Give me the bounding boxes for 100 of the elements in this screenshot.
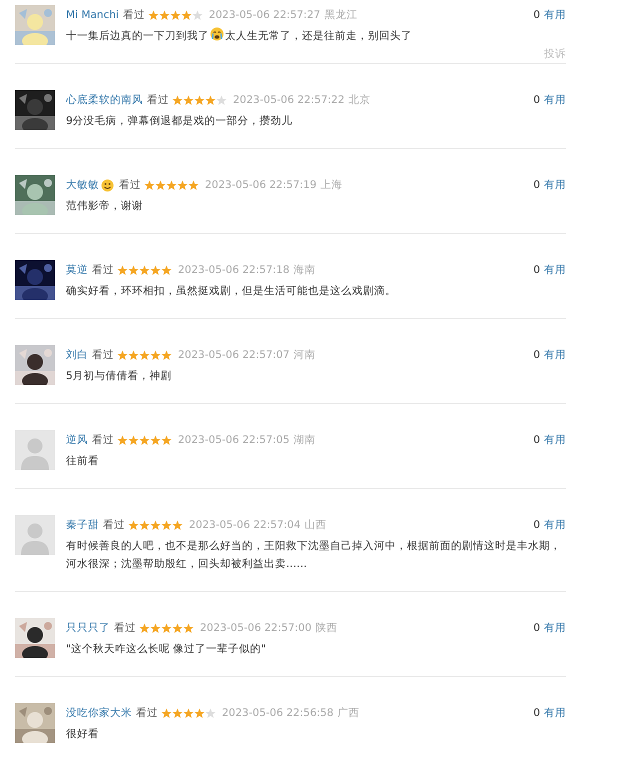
star-icon bbox=[161, 434, 172, 446]
vote-count: 0 bbox=[533, 94, 540, 106]
star-icon bbox=[183, 622, 194, 634]
watched-label: 看过 bbox=[119, 178, 141, 192]
watched-label: 看过 bbox=[122, 8, 145, 22]
vote-count: 0 bbox=[533, 519, 540, 531]
useful-link[interactable]: 有用 bbox=[544, 348, 566, 362]
user-name-link[interactable]: 心底柔软的南风 bbox=[66, 93, 143, 107]
comment-time: 2023-05-06 22:57:04 bbox=[189, 519, 301, 531]
star-icon bbox=[161, 264, 172, 276]
vote-count: 0 bbox=[533, 179, 540, 191]
comment-location: 陕西 bbox=[316, 621, 338, 635]
comment-location: 山西 bbox=[304, 518, 327, 532]
useful-link[interactable]: 有用 bbox=[544, 178, 566, 192]
star-icon bbox=[150, 264, 161, 276]
star-icon bbox=[150, 350, 161, 360]
user-name-link[interactable]: 刘白 bbox=[66, 348, 88, 362]
watched-label: 看过 bbox=[136, 706, 158, 720]
comment-text: 范伟影帝，谢谢 bbox=[66, 200, 143, 212]
comment-text: "这个秋天咋这么长呢 像过了一辈子似的" bbox=[66, 643, 266, 655]
star-icon bbox=[161, 520, 172, 530]
vote-count: 0 bbox=[533, 349, 540, 361]
useful-link[interactable]: 有用 bbox=[544, 433, 566, 447]
star-icon bbox=[172, 708, 183, 718]
watched-label: 看过 bbox=[103, 518, 125, 532]
comment-text: 有时候善良的人吧，也不是那么好当的，王阳救下沈墨自己掉入河中，根据前面的剧情这时是丰水期，河水很深；沈墨帮助殷红，回头却被利益出卖…… bbox=[66, 540, 561, 570]
comment-text: 太人生无常了，还是往前走，别回头了 bbox=[225, 30, 412, 42]
star-icon bbox=[128, 520, 139, 530]
comment-time: 2023-05-06 22:56:58 bbox=[222, 707, 334, 719]
star-icon bbox=[194, 94, 205, 106]
comment-text: 往前看 bbox=[66, 455, 99, 467]
useful-link[interactable]: 有用 bbox=[544, 706, 566, 720]
useful-link[interactable]: 有用 bbox=[544, 263, 566, 277]
comment-location: 河南 bbox=[294, 348, 316, 362]
star-icon bbox=[180, 10, 192, 20]
watched-label: 看过 bbox=[92, 348, 114, 362]
comment-text: 5月初与倩倩看，神剧 bbox=[66, 370, 172, 382]
comment-time: 2023-05-06 22:57:22 bbox=[233, 94, 345, 106]
star-icon bbox=[170, 10, 181, 20]
comment-time: 2023-05-06 22:57:19 bbox=[205, 179, 317, 191]
star-icon bbox=[128, 350, 139, 360]
smiling-face-icon bbox=[101, 178, 114, 192]
comment-time: 2023-05-06 22:57:00 bbox=[200, 622, 312, 634]
vote-count: 0 bbox=[533, 264, 540, 276]
comment-location: 上海 bbox=[320, 178, 343, 192]
comment-time: 2023-05-06 22:57:18 bbox=[178, 264, 290, 276]
comment-location: 北京 bbox=[348, 93, 371, 107]
star-icon bbox=[150, 434, 161, 446]
user-name-link[interactable]: 莫逆 bbox=[66, 263, 88, 277]
user-name-link[interactable]: Mi Manchi bbox=[66, 9, 119, 21]
comment-location: 海南 bbox=[294, 263, 316, 277]
user-name-link[interactable]: 只只只了 bbox=[66, 621, 110, 635]
star-icon bbox=[158, 10, 170, 20]
star-icon bbox=[161, 708, 172, 718]
star-icon bbox=[117, 350, 128, 360]
vote-count: 0 bbox=[533, 622, 540, 634]
useful-link[interactable]: 有用 bbox=[544, 518, 566, 532]
comment-text: 十一集后边真的一下刀到我了 bbox=[66, 30, 209, 42]
star-icon bbox=[117, 264, 128, 276]
watched-label: 看过 bbox=[92, 433, 114, 447]
star-icon bbox=[155, 180, 166, 190]
user-name-link[interactable]: 大敏敏 bbox=[66, 178, 99, 192]
star-icon bbox=[183, 94, 194, 106]
user-name-link[interactable]: 逆风 bbox=[66, 433, 88, 447]
star-icon bbox=[188, 180, 199, 190]
useful-link[interactable]: 有用 bbox=[544, 93, 566, 107]
star-icon bbox=[117, 434, 128, 446]
star-icon bbox=[161, 622, 172, 634]
star-icon bbox=[166, 180, 177, 190]
comment-time: 2023-05-06 22:57:07 bbox=[178, 349, 290, 361]
default-avatar-icon bbox=[15, 515, 55, 555]
star-icon bbox=[150, 520, 161, 530]
vote-count: 0 bbox=[533, 9, 540, 21]
comment-text: 9分没毛病，弹幕倒退都是戏的一部分，攒劲儿 bbox=[66, 115, 293, 127]
star-icon bbox=[139, 520, 150, 530]
user-name-link[interactable]: 没吃你家大米 bbox=[66, 706, 132, 720]
user-name-link[interactable]: 秦子甜 bbox=[66, 518, 99, 532]
star-icon bbox=[194, 708, 205, 718]
comment-location: 黑龙江 bbox=[324, 8, 358, 22]
comment-time: 2023-05-06 22:57:05 bbox=[178, 434, 290, 446]
useful-link[interactable]: 有用 bbox=[544, 621, 566, 635]
star-icon bbox=[172, 520, 183, 530]
vote-count: 0 bbox=[533, 707, 540, 719]
star-icon bbox=[139, 264, 150, 276]
watched-label: 看过 bbox=[147, 93, 169, 107]
comment-time: 2023-05-06 22:57:27 bbox=[208, 9, 320, 21]
star-icon bbox=[183, 708, 194, 718]
useful-link[interactable]: 有用 bbox=[544, 8, 566, 22]
default-avatar-icon bbox=[15, 430, 55, 470]
watched-label: 看过 bbox=[114, 621, 136, 635]
star-icon bbox=[161, 350, 172, 360]
star-icon bbox=[139, 434, 150, 446]
star-icon bbox=[139, 622, 150, 634]
vote-count: 0 bbox=[533, 434, 540, 446]
star-icon bbox=[148, 10, 159, 20]
star-icon bbox=[144, 180, 155, 190]
star-icon bbox=[172, 94, 183, 106]
star-icon bbox=[172, 622, 183, 634]
comment-text: 很好看 bbox=[66, 728, 99, 740]
comment-text: 确实好看，环环相扣，虽然挺戏剧，但是生活可能也是这么戏剧滴。 bbox=[66, 285, 396, 297]
